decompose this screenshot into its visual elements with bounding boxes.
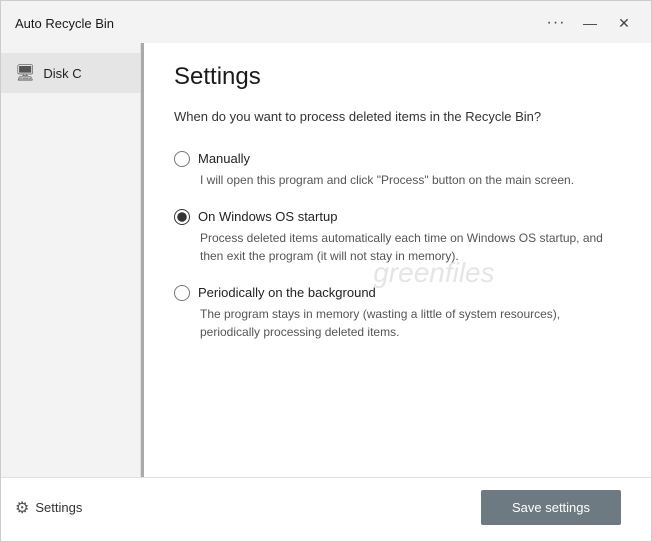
- option-periodically-radio[interactable]: [174, 285, 190, 301]
- option-periodically: Periodically on the background The progr…: [174, 285, 621, 341]
- settings-link-label: Settings: [35, 500, 82, 515]
- option-startup-text: On Windows OS startup: [198, 209, 337, 224]
- app-window: Auto Recycle Bin ··· — ✕ 🖥 Disk C greenf…: [0, 0, 652, 542]
- footer: ⚙ Settings Save settings: [1, 477, 651, 541]
- window-title: Auto Recycle Bin: [15, 16, 114, 31]
- option-startup: On Windows OS startup Process deleted it…: [174, 209, 621, 265]
- sidebar-item-label: Disk C: [43, 66, 81, 81]
- option-periodically-label[interactable]: Periodically on the background: [174, 285, 621, 301]
- sidebar-item-disk-c[interactable]: 🖥 Disk C: [1, 53, 140, 93]
- more-options-button[interactable]: ···: [541, 11, 571, 35]
- close-button[interactable]: ✕: [609, 11, 639, 35]
- disk-icon: 🖥: [15, 63, 35, 83]
- option-manually-radio[interactable]: [174, 151, 190, 167]
- options-section: Manually I will open this program and cl…: [174, 151, 621, 458]
- option-manually: Manually I will open this program and cl…: [174, 151, 621, 189]
- option-startup-desc: Process deleted items automatically each…: [200, 229, 621, 265]
- settings-icon: ⚙: [15, 498, 29, 518]
- page-title: Settings: [174, 63, 621, 91]
- option-manually-desc: I will open this program and click "Proc…: [200, 171, 621, 189]
- main-content: greenfiles Settings When do you want to …: [144, 43, 651, 477]
- sidebar: 🖥 Disk C: [1, 43, 141, 477]
- settings-link[interactable]: ⚙ Settings: [15, 498, 82, 518]
- option-periodically-desc: The program stays in memory (wasting a l…: [200, 305, 621, 341]
- option-manually-text: Manually: [198, 151, 250, 166]
- settings-description: When do you want to process deleted item…: [174, 107, 621, 127]
- option-startup-label[interactable]: On Windows OS startup: [174, 209, 621, 225]
- minimize-button[interactable]: —: [575, 11, 605, 35]
- title-bar: Auto Recycle Bin ··· — ✕: [1, 1, 651, 43]
- option-periodically-text: Periodically on the background: [198, 285, 376, 300]
- save-settings-button[interactable]: Save settings: [481, 490, 621, 525]
- option-startup-radio[interactable]: [174, 209, 190, 225]
- window-body: 🖥 Disk C greenfiles Settings When do you…: [1, 43, 651, 477]
- title-bar-controls: ··· — ✕: [541, 11, 639, 35]
- option-manually-label[interactable]: Manually: [174, 151, 621, 167]
